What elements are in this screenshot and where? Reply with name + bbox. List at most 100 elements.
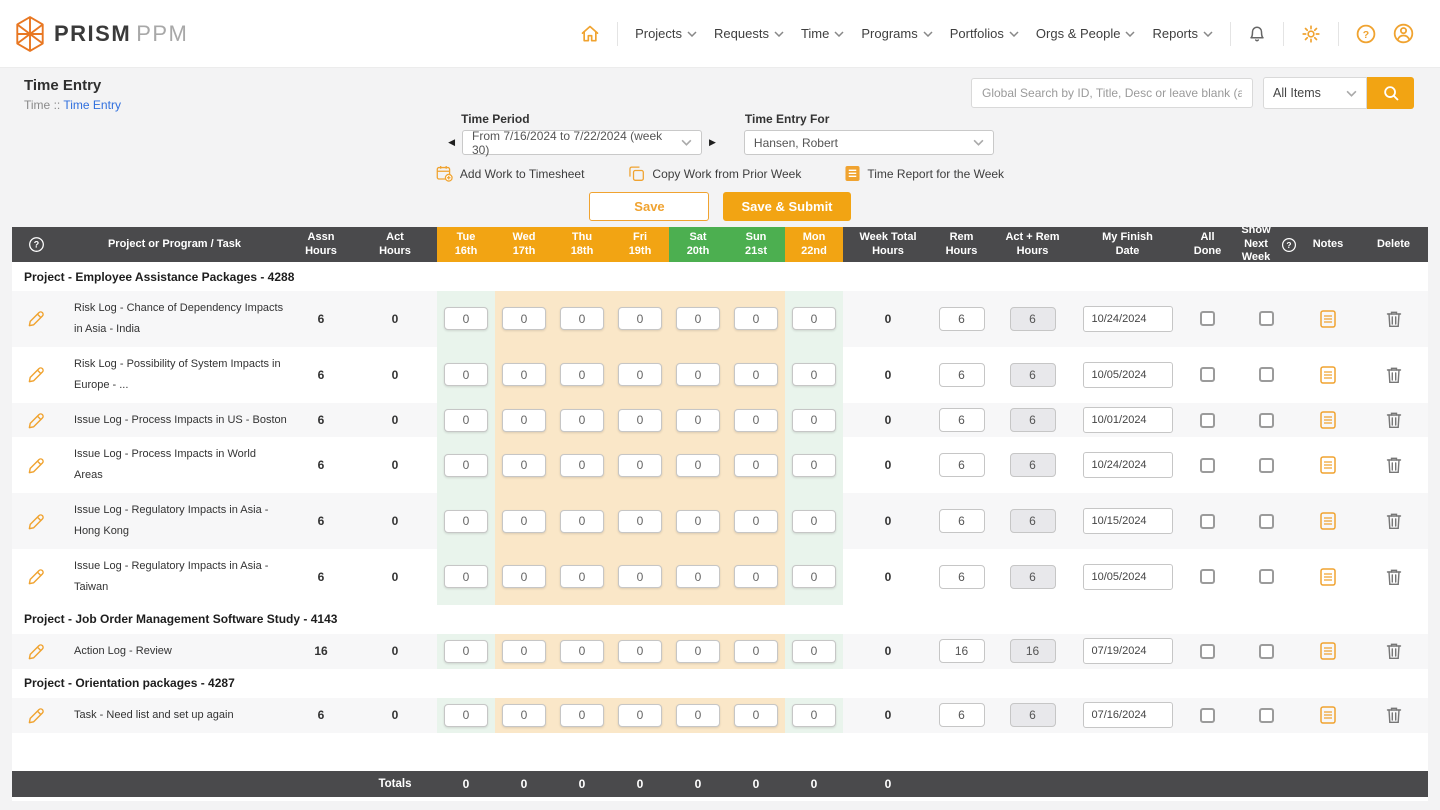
day-hours-input[interactable] [618,704,662,727]
finish-date-input[interactable] [1083,564,1173,590]
day-hours-input[interactable] [444,640,488,663]
day-hours-input[interactable] [560,409,604,432]
delete-trash-icon[interactable] [1386,411,1402,429]
all-done-checkbox[interactable] [1200,367,1215,382]
show-next-week-checkbox[interactable] [1259,413,1274,428]
nav-item-reports[interactable]: Reports [1152,26,1213,41]
rem-hours-input[interactable] [939,509,985,533]
day-hours-input[interactable] [560,640,604,663]
day-hours-input[interactable] [444,510,488,533]
rem-hours-input[interactable] [939,408,985,432]
next-week-button[interactable]: ▶ [707,135,718,150]
day-hours-input[interactable] [502,363,546,386]
edit-pencil-icon[interactable] [27,456,46,475]
edit-pencil-icon[interactable] [27,706,46,725]
rem-hours-input[interactable] [939,307,985,331]
search-button[interactable] [1367,77,1414,109]
edit-pencil-icon[interactable] [27,512,46,531]
day-hours-input[interactable] [792,409,836,432]
nav-item-requests[interactable]: Requests [714,26,784,41]
day-hours-input[interactable] [676,565,720,588]
day-hours-input[interactable] [502,565,546,588]
edit-pencil-icon[interactable] [27,309,46,328]
all-done-checkbox[interactable] [1200,413,1215,428]
rem-hours-input[interactable] [939,703,985,727]
day-hours-input[interactable] [502,510,546,533]
notifications-bell-icon[interactable] [1248,24,1266,44]
notes-icon[interactable] [1320,706,1336,724]
notes-icon[interactable] [1320,512,1336,530]
search-scope-select[interactable]: All Items [1263,77,1367,109]
edit-pencil-icon[interactable] [27,365,46,384]
finish-date-input[interactable] [1083,702,1173,728]
notes-icon[interactable] [1320,366,1336,384]
show-next-week-checkbox[interactable] [1259,569,1274,584]
day-hours-input[interactable] [560,363,604,386]
day-hours-input[interactable] [444,363,488,386]
day-hours-input[interactable] [502,454,546,477]
delete-trash-icon[interactable] [1386,512,1402,530]
save-button[interactable]: Save [589,192,709,221]
nav-item-time[interactable]: Time [801,26,844,41]
day-hours-input[interactable] [444,409,488,432]
save-submit-button[interactable]: Save & Submit [723,192,850,221]
day-hours-input[interactable] [792,454,836,477]
show-next-week-checkbox[interactable] [1259,458,1274,473]
day-hours-input[interactable] [792,307,836,330]
day-hours-input[interactable] [734,307,778,330]
rem-hours-input[interactable] [939,363,985,387]
day-hours-input[interactable] [734,640,778,663]
day-hours-input[interactable] [676,307,720,330]
rem-hours-input[interactable] [939,565,985,589]
show-next-week-checkbox[interactable] [1259,708,1274,723]
delete-trash-icon[interactable] [1386,456,1402,474]
day-hours-input[interactable] [792,565,836,588]
day-hours-input[interactable] [792,510,836,533]
settings-gear-icon[interactable] [1301,24,1321,44]
delete-trash-icon[interactable] [1386,366,1402,384]
day-hours-input[interactable] [676,510,720,533]
day-hours-input[interactable] [560,704,604,727]
add-work-to-timesheet-link[interactable]: Add Work to Timesheet [436,165,585,182]
day-hours-input[interactable] [792,363,836,386]
day-hours-input[interactable] [502,409,546,432]
day-hours-input[interactable] [618,363,662,386]
all-done-checkbox[interactable] [1200,644,1215,659]
finish-date-input[interactable] [1083,452,1173,478]
all-done-checkbox[interactable] [1200,708,1215,723]
day-hours-input[interactable] [792,640,836,663]
day-hours-input[interactable] [444,704,488,727]
delete-trash-icon[interactable] [1386,310,1402,328]
home-icon[interactable] [580,24,600,44]
all-done-checkbox[interactable] [1200,311,1215,326]
finish-date-input[interactable] [1083,306,1173,332]
notes-icon[interactable] [1320,411,1336,429]
notes-icon[interactable] [1320,568,1336,586]
edit-pencil-icon[interactable] [27,642,46,661]
delete-trash-icon[interactable] [1386,706,1402,724]
breadcrumb-current[interactable]: Time Entry [63,98,121,112]
time-entry-for-select[interactable]: Hansen, Robert [744,130,994,155]
nav-item-orgs-people[interactable]: Orgs & People [1036,26,1136,41]
day-hours-input[interactable] [734,704,778,727]
all-done-checkbox[interactable] [1200,514,1215,529]
finish-date-input[interactable] [1083,407,1173,433]
day-hours-input[interactable] [444,307,488,330]
day-hours-input[interactable] [618,454,662,477]
day-hours-input[interactable] [618,510,662,533]
day-hours-input[interactable] [676,704,720,727]
notes-icon[interactable] [1320,456,1336,474]
delete-trash-icon[interactable] [1386,642,1402,660]
nav-item-portfolios[interactable]: Portfolios [950,26,1019,41]
day-hours-input[interactable] [560,565,604,588]
day-hours-input[interactable] [618,565,662,588]
finish-date-input[interactable] [1083,638,1173,664]
day-hours-input[interactable] [676,640,720,663]
day-hours-input[interactable] [502,704,546,727]
day-hours-input[interactable] [792,704,836,727]
day-hours-input[interactable] [444,454,488,477]
notes-icon[interactable] [1320,310,1336,328]
all-done-checkbox[interactable] [1200,458,1215,473]
day-hours-input[interactable] [734,510,778,533]
prev-week-button[interactable]: ◀ [446,135,457,150]
